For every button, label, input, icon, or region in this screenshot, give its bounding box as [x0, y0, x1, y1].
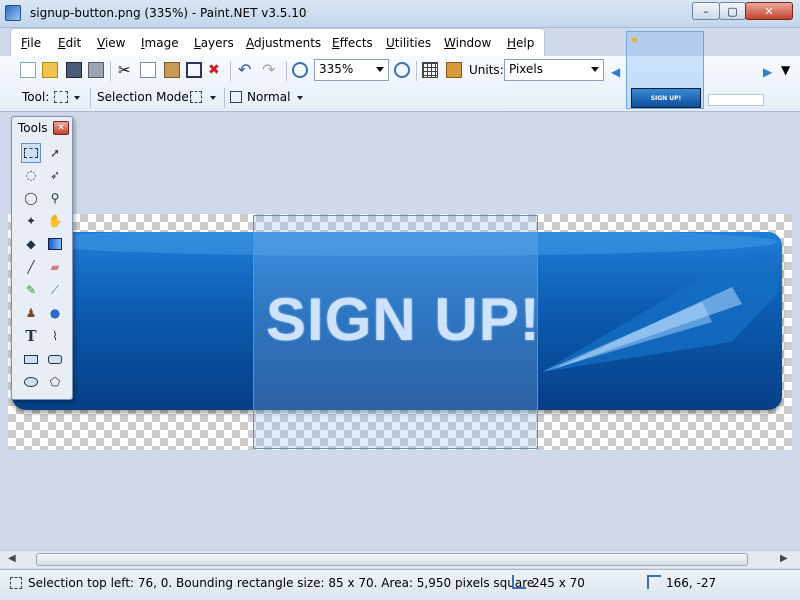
cursor-position: 166, -27 — [666, 576, 717, 590]
save-icon[interactable] — [66, 62, 82, 78]
selection-info: Selection top left: 76, 0. Bounding rect… — [28, 576, 535, 590]
paintbrush-icon[interactable]: ╱ — [21, 257, 41, 277]
selection-mode-label: Selection Mode: — [97, 90, 193, 104]
menu-effects[interactable]: Effects — [332, 36, 373, 50]
tool-label: Tool: — [22, 90, 50, 104]
clone-stamp-icon[interactable]: ♟ — [21, 303, 41, 323]
star-icon: ★ — [630, 35, 639, 46]
cursor-position-icon — [647, 575, 661, 589]
pan-hand-icon[interactable]: ✋ — [45, 211, 65, 231]
menu-help[interactable]: Help — [507, 36, 534, 50]
crop-icon[interactable] — [186, 62, 202, 78]
chevron-down-icon[interactable] — [297, 96, 303, 100]
title-bar: signup-button.png (335%) - Paint.NET v3.… — [0, 0, 800, 28]
magic-wand-icon[interactable]: ✦ — [21, 211, 41, 231]
chevron-down-icon — [376, 67, 384, 72]
chevron-down-icon[interactable] — [210, 96, 216, 100]
scroll-right-icon[interactable]: ▶ — [763, 65, 779, 81]
image-size: 245 x 70 — [532, 576, 585, 590]
chevron-down-icon — [591, 67, 599, 72]
redo-icon[interactable]: ↷ — [262, 62, 278, 78]
rectangle-select-tool-icon[interactable] — [21, 143, 41, 163]
color-picker-icon[interactable]: ⟋ — [45, 280, 65, 300]
zoom-value: 335% — [319, 62, 354, 76]
menu-file[interactable]: File — [21, 36, 41, 50]
window-title: signup-button.png (335%) - Paint.NET v3.… — [30, 6, 307, 20]
menu-window[interactable]: Window — [444, 36, 491, 50]
line-curve-icon[interactable]: ⌇ — [45, 326, 65, 346]
eraser-icon[interactable]: ▰ — [45, 257, 65, 277]
separator — [416, 61, 417, 81]
scroll-left-icon[interactable]: ◀ — [8, 553, 16, 564]
rectangle-select-icon[interactable] — [54, 91, 68, 103]
paste-icon[interactable] — [164, 62, 180, 78]
separator — [110, 61, 111, 81]
grid-icon[interactable] — [422, 62, 438, 78]
zoom-in-icon[interactable] — [394, 62, 410, 78]
menu-adjustments[interactable]: Adjustments — [246, 36, 321, 50]
lasso-select-icon[interactable]: ◌ — [21, 165, 41, 185]
status-bar: Selection top left: 76, 0. Bounding rect… — [0, 569, 800, 600]
cut-icon[interactable]: ✂ — [118, 62, 134, 78]
blend-mode-icon[interactable] — [230, 91, 242, 103]
chevron-down-icon[interactable] — [74, 96, 80, 100]
pencil-icon[interactable]: ✎ — [21, 280, 41, 300]
zoom-tool-icon[interactable]: ⚲ — [45, 188, 65, 208]
zoom-combo[interactable]: 335% — [314, 59, 389, 81]
open-folder-icon[interactable] — [42, 62, 58, 78]
image-size-icon — [512, 575, 526, 589]
close-button[interactable]: ✕ — [745, 2, 793, 20]
undo-icon[interactable]: ↶ — [238, 62, 254, 78]
print-icon[interactable] — [88, 62, 104, 78]
units-combo[interactable]: Pixels — [504, 59, 604, 81]
menu-view[interactable]: View — [97, 36, 125, 50]
more-icon[interactable]: ▼ — [781, 63, 797, 79]
paint-bucket-icon[interactable]: ◆ — [21, 234, 41, 254]
move-selected-pixels-icon[interactable]: ➚ — [45, 143, 65, 163]
scroll-right-icon[interactable]: ▶ — [780, 553, 788, 564]
menu-bar: File Edit View Image Layers Adjustments … — [10, 28, 545, 56]
paint-net-icon — [5, 5, 21, 21]
tools-close-button[interactable]: ✕ — [53, 121, 69, 135]
horizontal-scrollbar[interactable]: ◀ ▶ — [0, 550, 800, 568]
scrollbar-thumb[interactable] — [36, 553, 748, 566]
menu-edit[interactable]: Edit — [58, 36, 81, 50]
separator — [286, 61, 287, 81]
tools-panel: Tools ✕ ➚ ◌ ➶ ◯ ⚲ ✦ ✋ ◆ ╱ ▰ ✎ ⟋ ♟ ● T ⌇ … — [11, 116, 73, 400]
copy-icon[interactable] — [140, 62, 156, 78]
blend-mode-value[interactable]: Normal — [247, 90, 290, 104]
freeform-shape-icon[interactable]: ⬠ — [45, 372, 65, 392]
rounded-rectangle-icon[interactable] — [45, 349, 65, 369]
zoom-out-icon[interactable] — [292, 62, 308, 78]
recolor-icon[interactable]: ● — [45, 303, 65, 323]
separator — [230, 61, 231, 81]
minimize-button[interactable]: – — [692, 2, 720, 20]
gradient-icon[interactable] — [45, 234, 65, 254]
new-file-icon[interactable] — [20, 62, 36, 78]
menu-image[interactable]: Image — [141, 36, 179, 50]
tools-panel-title: Tools — [18, 121, 48, 135]
text-tool-icon[interactable]: T — [21, 326, 41, 346]
menu-layers[interactable]: Layers — [194, 36, 234, 50]
selection-rectangle[interactable] — [253, 215, 538, 449]
units-value: Pixels — [509, 62, 544, 76]
units-label: Units: — [469, 63, 504, 77]
move-selection-icon[interactable]: ➶ — [45, 165, 65, 185]
search-input[interactable] — [708, 94, 764, 106]
menu-utilities[interactable]: Utilities — [386, 36, 431, 50]
rectangle-shape-icon[interactable] — [21, 349, 41, 369]
ruler-icon[interactable] — [446, 62, 462, 78]
scroll-left-icon[interactable]: ◀ — [611, 65, 627, 81]
thumbnail-image: SIGN UP! — [631, 88, 701, 108]
ellipse-select-icon[interactable]: ◯ — [21, 188, 41, 208]
separator — [90, 88, 91, 108]
image-thumbnail-tab[interactable]: ★ SIGN UP! — [626, 31, 704, 109]
deselect-icon[interactable]: ✖ — [208, 62, 224, 78]
selection-mode-icon[interactable] — [190, 91, 202, 103]
separator — [224, 88, 225, 108]
selection-icon — [10, 577, 22, 589]
maximize-button[interactable]: ▢ — [719, 2, 746, 20]
ellipse-shape-icon[interactable] — [21, 372, 41, 392]
